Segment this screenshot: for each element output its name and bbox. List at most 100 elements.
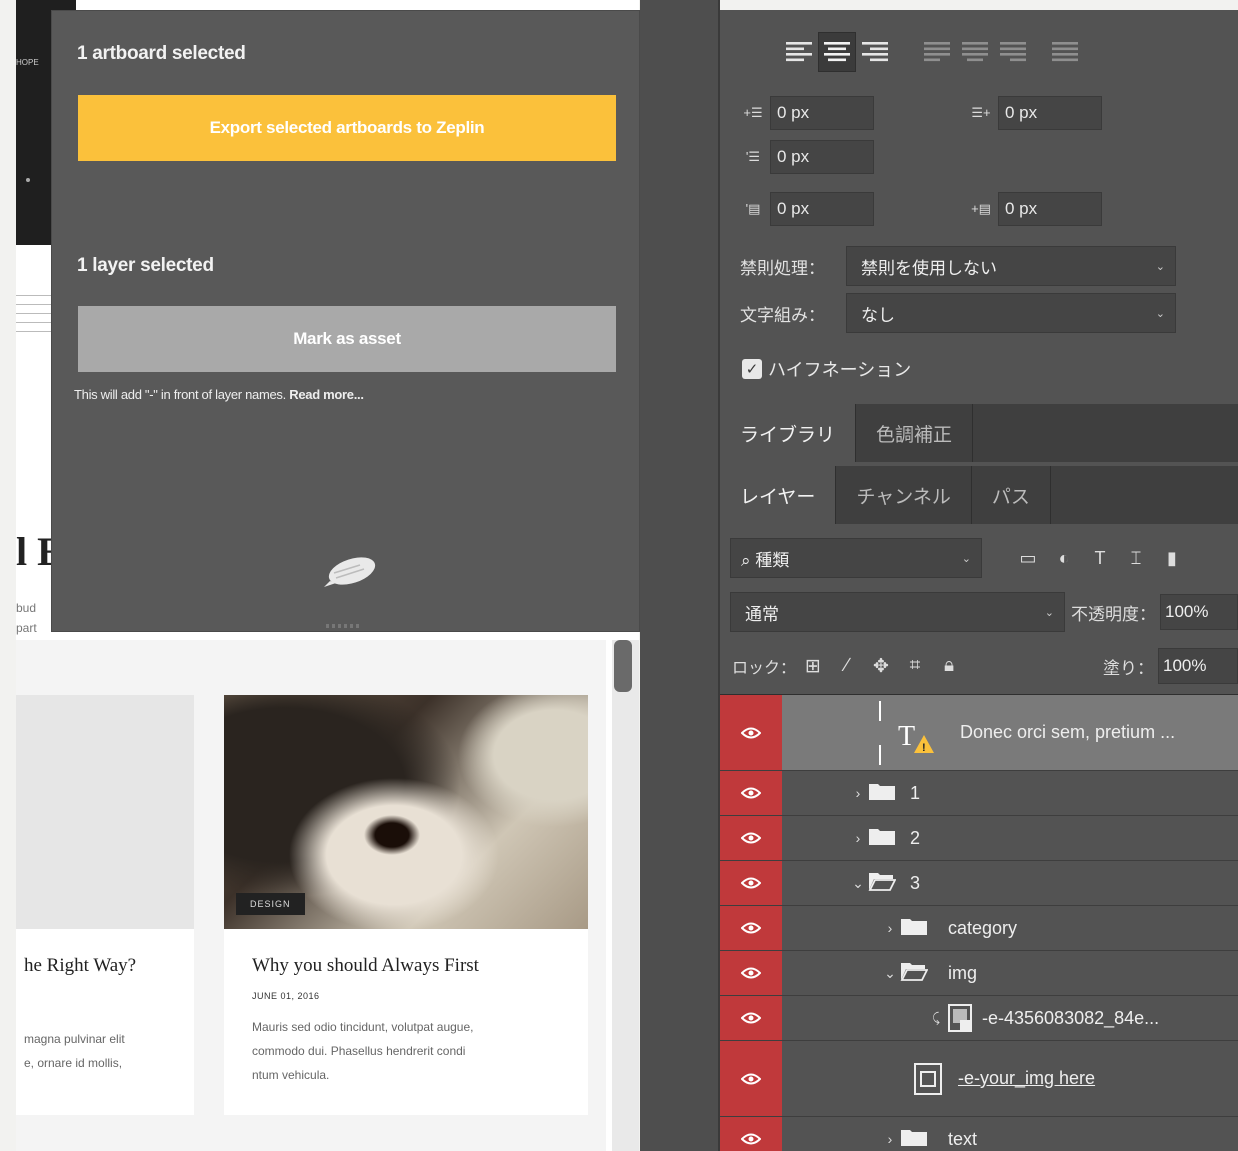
adjustment-filter-icon[interactable]: ◐ bbox=[1046, 540, 1082, 576]
visibility-eye-icon[interactable] bbox=[720, 816, 782, 860]
kinsoku-row: 禁則処理： 禁則を使用しない ⌄ bbox=[740, 246, 1176, 286]
dark-strip-label-2: HOPE bbox=[16, 58, 39, 67]
layer-row[interactable]: › 2 bbox=[720, 816, 1238, 861]
chevron-down-icon: ⌄ bbox=[961, 552, 971, 565]
type-filter-icon[interactable]: T bbox=[1082, 540, 1118, 576]
tab-channels[interactable]: チャンネル bbox=[836, 466, 972, 524]
fill-label: 塗り： bbox=[1103, 658, 1154, 678]
layer-row[interactable]: ⌄ 3 bbox=[720, 861, 1238, 906]
excerpt-line: magna pulvinar elit bbox=[24, 1032, 125, 1046]
category-badge: DESIGN bbox=[236, 893, 305, 915]
justify-right-icon[interactable] bbox=[994, 32, 1032, 72]
lock-all-icon[interactable]: 🔒︎ bbox=[932, 649, 966, 683]
tab-paths[interactable]: パス bbox=[972, 466, 1051, 524]
justify-center-icon[interactable] bbox=[956, 32, 994, 72]
tab-layers[interactable]: レイヤー bbox=[720, 466, 837, 524]
lock-pixels-icon[interactable]: ∕ bbox=[830, 649, 864, 683]
mojikumi-label: 文字組み： bbox=[740, 305, 825, 325]
asset-note-text: This will add "-" in front of layer name… bbox=[74, 387, 290, 402]
indent-first-line-icon: '☰ bbox=[745, 149, 761, 164]
blend-mode-select[interactable]: 通常 ⌄ bbox=[730, 592, 1065, 632]
indent-left-input[interactable] bbox=[770, 96, 874, 130]
visibility-eye-icon[interactable] bbox=[720, 1117, 782, 1151]
layer-row[interactable]: T ! Donec orci sem, pretium ... bbox=[720, 695, 1238, 771]
sketch-image bbox=[16, 295, 56, 375]
collapse-chevron-icon[interactable]: ⌄ bbox=[880, 965, 900, 982]
space-before-input[interactable] bbox=[770, 192, 874, 226]
expand-chevron-icon[interactable]: › bbox=[880, 1131, 900, 1147]
visibility-eye-icon[interactable] bbox=[720, 906, 782, 950]
panel-top-edge bbox=[720, 0, 1238, 10]
lock-transparent-icon[interactable]: ⊞ bbox=[796, 649, 830, 683]
asset-note: This will add "-" in front of layer name… bbox=[74, 387, 364, 402]
lock-artboard-icon[interactable]: ⌗ bbox=[898, 649, 932, 683]
blog-card-left[interactable]: he Right Way? magna pulvinar elit e, orn… bbox=[16, 695, 194, 1115]
expand-chevron-icon[interactable]: › bbox=[848, 785, 868, 801]
layer-row[interactable]: › 1 bbox=[720, 771, 1238, 816]
layer-row[interactable]: ⤹ -e-4356083082_84e... bbox=[720, 996, 1238, 1041]
hyphenation-label: ハイフネーション bbox=[768, 360, 912, 380]
shape-filter-icon[interactable]: ⌶ bbox=[1118, 540, 1154, 576]
fill-input[interactable]: 100% bbox=[1158, 648, 1238, 684]
expand-chevron-icon[interactable]: › bbox=[848, 830, 868, 846]
indent-first-row: '☰ bbox=[736, 140, 874, 174]
space-before-icon: '▤ bbox=[745, 201, 761, 216]
kind-filter-label: 種類 bbox=[755, 550, 790, 570]
justify-left-icon[interactable] bbox=[918, 32, 956, 72]
visibility-eye-icon[interactable] bbox=[720, 861, 782, 905]
layer-row[interactable]: › category bbox=[720, 906, 1238, 951]
visibility-eye-icon[interactable] bbox=[720, 1041, 782, 1116]
filter-icon-group: ▭ ◐ T ⌶ ▮ bbox=[1010, 540, 1190, 576]
visibility-eye-icon[interactable] bbox=[720, 996, 782, 1040]
card-excerpt: magna pulvinar elit e, ornare id mollis, bbox=[16, 977, 194, 1075]
visibility-eye-icon[interactable] bbox=[720, 951, 782, 995]
layer-row[interactable]: -e-your_img here bbox=[720, 1041, 1238, 1117]
blog-card-right[interactable]: DESIGN Why you should Always First JUNE … bbox=[224, 695, 588, 1115]
scrollbar-thumb[interactable] bbox=[614, 640, 632, 692]
canvas-scrollbar[interactable] bbox=[612, 640, 639, 1151]
tab-adjustments[interactable]: 色調補正 bbox=[856, 404, 974, 462]
subtext-line-1: bud bbox=[16, 601, 37, 615]
collapse-chevron-icon[interactable]: ⌄ bbox=[848, 875, 868, 892]
kind-filter-value: ⌕ 種類 bbox=[741, 546, 789, 571]
photoshop-panels: +☰ ☰+ '☰ '▤ +▤ 禁則処理： 禁則を使用しない ⌄ 文字組み： なし… bbox=[720, 0, 1238, 1151]
layer-row[interactable]: › text bbox=[720, 1117, 1238, 1151]
mojikumi-select[interactable]: なし ⌄ bbox=[846, 293, 1176, 333]
space-after-input[interactable] bbox=[998, 192, 1102, 226]
opacity-input[interactable]: 100% bbox=[1159, 594, 1238, 630]
visibility-eye-icon[interactable] bbox=[720, 695, 782, 770]
excerpt-line: e, ornare id mollis, bbox=[24, 1056, 123, 1070]
tab-libraries[interactable]: ライブラリ bbox=[720, 404, 857, 462]
kinsoku-value: 禁則を使用しない bbox=[861, 258, 997, 278]
mark-as-asset-button[interactable]: Mark as asset bbox=[78, 306, 616, 372]
chevron-down-icon: ⌄ bbox=[1155, 307, 1165, 320]
visibility-eye-icon[interactable] bbox=[720, 771, 782, 815]
checkbox-checked-icon[interactable]: ✓ bbox=[742, 359, 762, 379]
layer-name: img bbox=[948, 962, 978, 983]
resize-grip-icon[interactable] bbox=[326, 623, 366, 629]
justify-all-icon[interactable] bbox=[1046, 32, 1084, 72]
indent-first-input[interactable] bbox=[770, 140, 874, 174]
layer-row[interactable]: ⌄ img bbox=[720, 951, 1238, 996]
excerpt-line: commodo dui. Phasellus hendrerit condi bbox=[252, 1044, 466, 1058]
indent-right-input[interactable] bbox=[998, 96, 1102, 130]
kinsoku-select[interactable]: 禁則を使用しない ⌄ bbox=[846, 246, 1176, 286]
align-right-icon[interactable] bbox=[856, 32, 894, 72]
layers-list: T ! Donec orci sem, pretium ... › 1 › 2 bbox=[720, 694, 1238, 1151]
layer-name: 3 bbox=[910, 872, 921, 893]
read-more-link[interactable]: Read more... bbox=[289, 387, 364, 402]
export-to-zeplin-button[interactable]: Export selected artboards to Zeplin bbox=[78, 95, 616, 161]
smart-object-filter-icon[interactable]: ▮ bbox=[1154, 540, 1190, 576]
zeplin-panel: 1 artboard selected Export selected artb… bbox=[51, 10, 640, 632]
lock-label: ロック： bbox=[732, 660, 797, 677]
blend-mode-value: 通常 bbox=[745, 604, 779, 624]
align-left-icon[interactable] bbox=[780, 32, 818, 72]
hyphenation-checkbox-row[interactable]: ✓ ハイフネーション bbox=[742, 356, 911, 382]
pixel-filter-icon[interactable]: ▭ bbox=[1010, 540, 1046, 576]
indent-left-row: +☰ bbox=[736, 96, 874, 130]
align-center-icon[interactable] bbox=[818, 32, 856, 72]
layer-kind-filter-select[interactable]: ⌕ 種類 ⌄ bbox=[730, 538, 982, 578]
section-subtext: bud part bbox=[16, 598, 37, 638]
lock-position-icon[interactable]: ✥ bbox=[864, 649, 898, 683]
expand-chevron-icon[interactable]: › bbox=[880, 920, 900, 936]
